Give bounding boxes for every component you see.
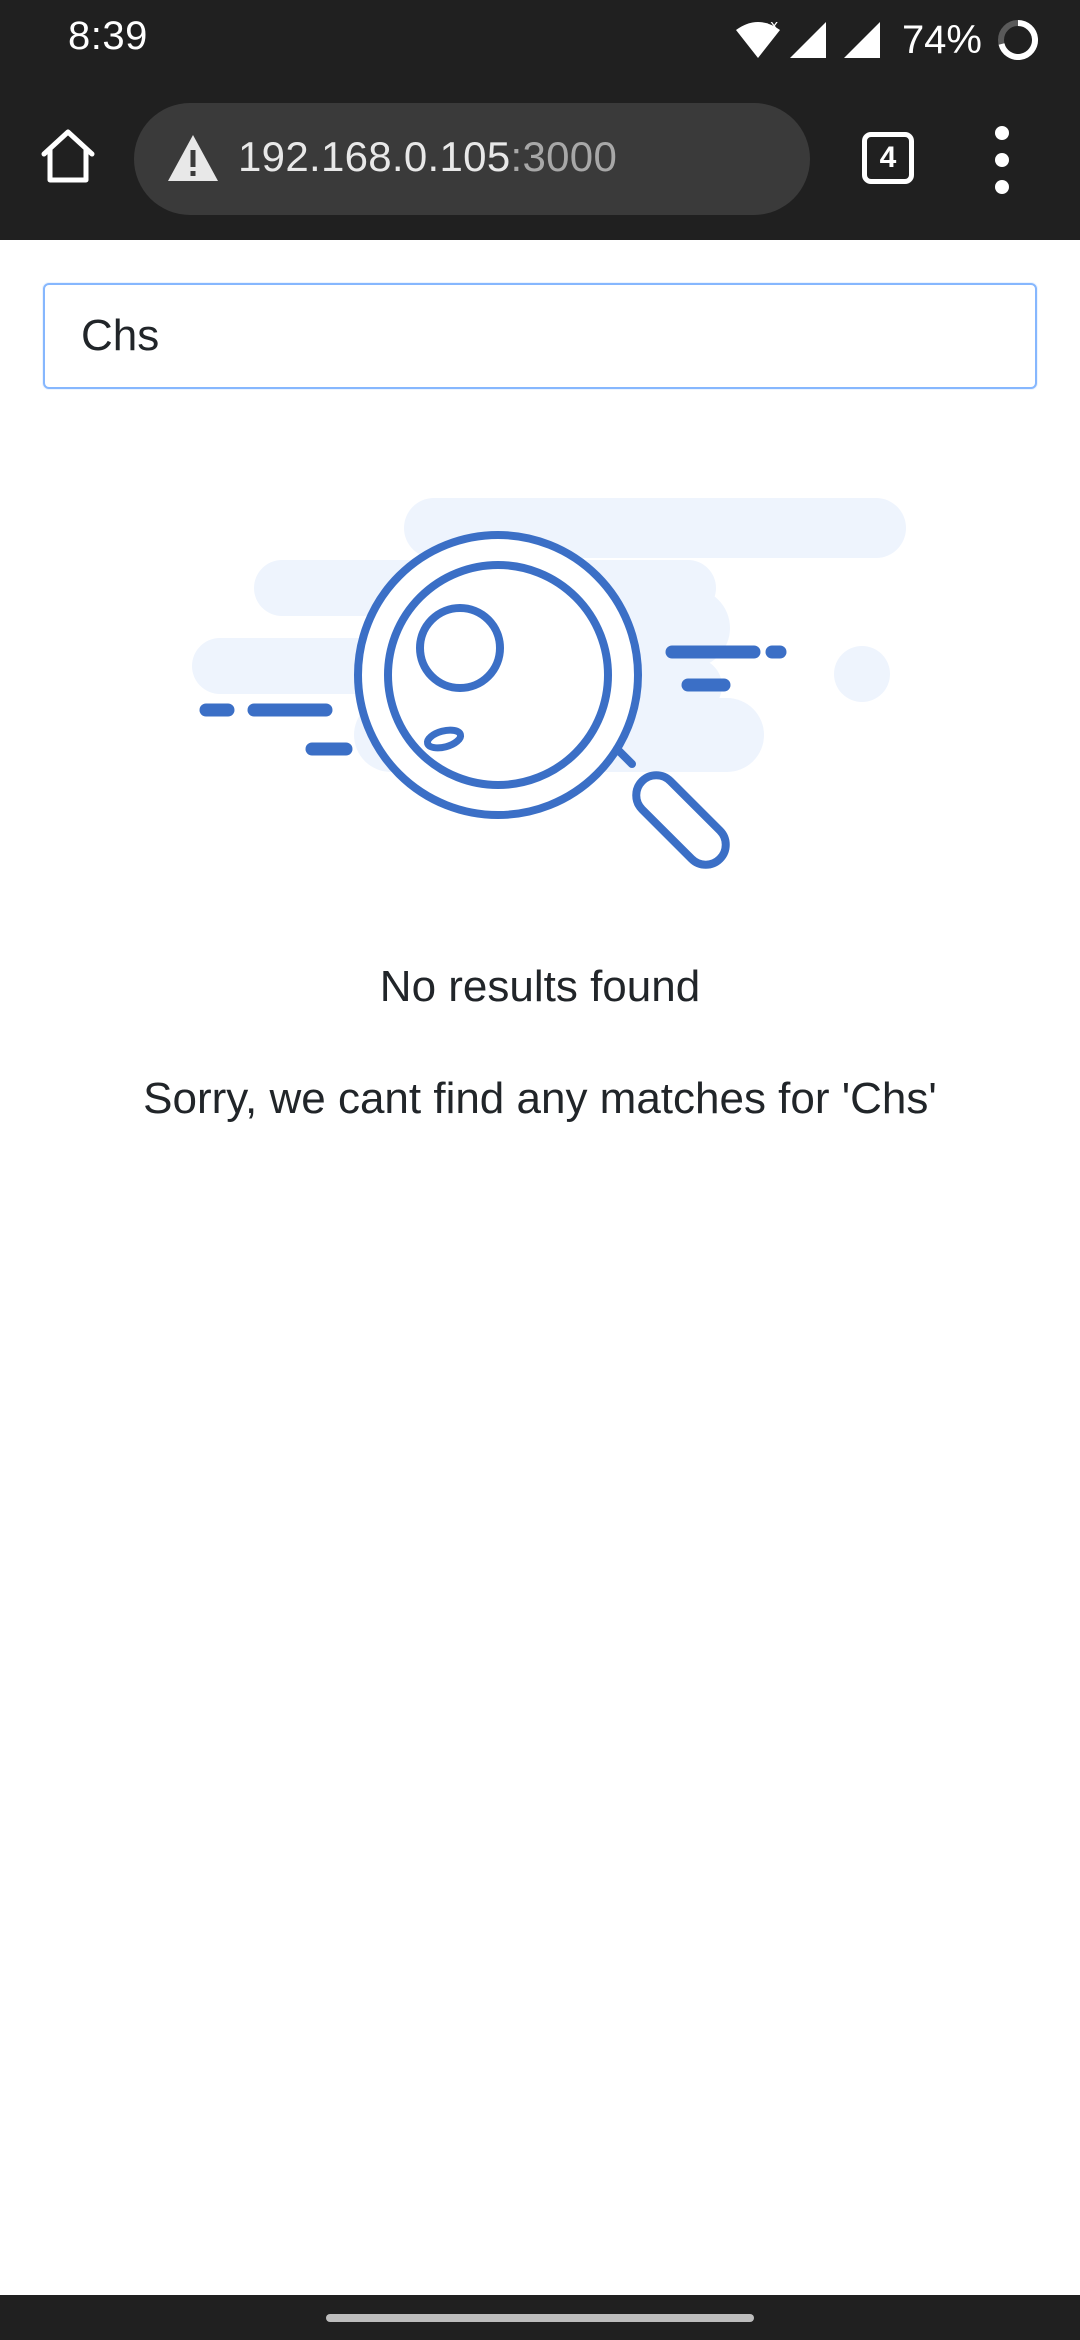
no-results-message: Sorry, we cant find any matches for 'Chs… xyxy=(143,1074,937,1123)
battery-percent: 74% xyxy=(901,17,982,62)
status-bar: 8:39 x 74% xyxy=(0,0,1080,80)
search-input-value: Chs xyxy=(81,311,160,360)
wifi-icon: x xyxy=(735,20,780,58)
home-icon[interactable] xyxy=(36,124,100,188)
more-menu-icon[interactable] xyxy=(984,124,1020,196)
navigation-bar xyxy=(0,2295,1080,2340)
cell-signal-icon xyxy=(843,22,880,58)
warning-icon[interactable] xyxy=(166,133,220,183)
address-bar[interactable]: 192.168.0.105:3000 xyxy=(134,103,810,215)
svg-text:x: x xyxy=(770,20,778,34)
no-results-title: No results found xyxy=(379,962,701,1011)
battery-icon xyxy=(998,20,1039,60)
status-icons: x 74% xyxy=(734,16,1040,64)
tab-switcher-icon[interactable]: 4 xyxy=(862,132,914,184)
url-text[interactable]: 192.168.0.105:3000 xyxy=(238,133,617,181)
browser-toolbar: 192.168.0.105:3000 4 xyxy=(0,80,1080,240)
url-host: 192.168.0.105 xyxy=(238,133,511,180)
tab-count: 4 xyxy=(879,141,897,174)
search-input[interactable]: Chs xyxy=(43,283,1037,389)
url-port: :3000 xyxy=(510,133,618,180)
status-time: 8:39 xyxy=(68,14,148,58)
magnifying-glass-icon xyxy=(192,498,906,869)
gesture-handle[interactable] xyxy=(326,2314,754,2322)
cell-signal-icon xyxy=(789,22,826,58)
page-content: Chs No results found Sorry, we cant find… xyxy=(0,240,1080,2295)
